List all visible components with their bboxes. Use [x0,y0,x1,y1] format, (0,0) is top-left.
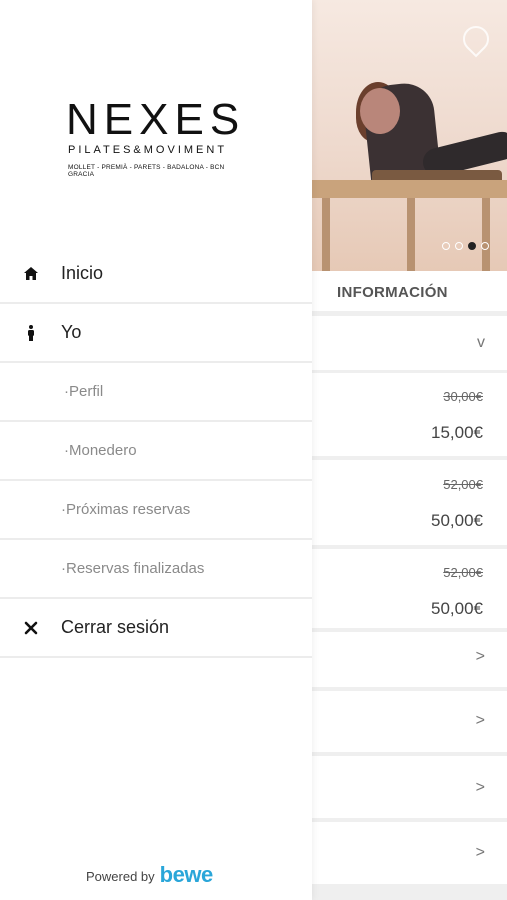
chevron-right-icon: > [475,712,485,729]
logo-title: NEXES [66,95,246,144]
carousel-dots[interactable] [442,242,489,250]
navigation-drawer: NEXES PILATES&MOVIMENT MOLLET - PREMIÀ -… [0,0,312,900]
menu-item-monedero[interactable]: ·Monedero [0,422,312,481]
powered-by: Powered by bewe [86,864,213,886]
info-expander[interactable]: v [312,316,507,370]
menu-item-perfil[interactable]: ·Perfil [0,363,312,422]
hero-photo-detail [482,198,490,271]
old-price: 52,00€ [443,565,483,580]
menu-item-yo[interactable]: Yo [0,304,312,363]
carousel-dot[interactable] [442,242,450,250]
menu-item-inicio[interactable]: Inicio [0,245,312,304]
chevron-right-icon: > [475,779,485,796]
hero-photo-detail [407,198,415,271]
person-icon [22,324,40,342]
menu-label: Inicio [61,263,104,283]
list-row[interactable]: > [312,822,507,884]
carousel-dot[interactable] [481,242,489,250]
menu-label: Cerrar sesión [61,617,170,637]
price-card[interactable]: 52,00€ 50,00€ [312,549,507,628]
menu-label: Yo [61,322,82,342]
chevron-right-icon: > [475,648,485,665]
old-price: 52,00€ [443,477,483,492]
carousel-dot-active[interactable] [468,242,476,250]
chevron-right-icon: > [475,844,485,861]
menu-item-proximas-reservas[interactable]: ·Próximas reservas [0,481,312,540]
hero-photo-detail [312,180,507,198]
hero-photo-detail [322,198,330,271]
new-price: 50,00€ [431,599,483,618]
home-icon [22,265,40,283]
logo-locations: MOLLET - PREMIÀ - PARETS - BADALONA - BC… [68,164,225,178]
old-price: 30,00€ [443,389,483,404]
logo-subtitle: PILATES&MOVIMENT [68,144,228,156]
menu-item-reservas-finalizadas[interactable]: ·Reservas finalizadas [0,540,312,599]
hero-carousel-image[interactable] [312,0,507,271]
menu-label: ·Reservas finalizadas [61,560,205,577]
menu-item-cerrar-sesion[interactable]: Cerrar sesión [0,599,312,658]
close-icon [22,619,40,637]
chevron-down-icon: v [477,334,485,351]
list-row[interactable]: > [312,632,507,687]
price-card[interactable]: 30,00€ 15,00€ [312,373,507,456]
bewe-logo[interactable]: bewe [160,864,214,886]
location-pin-icon[interactable] [457,20,495,58]
menu-label: ·Perfil [64,383,104,400]
powered-by-text: Powered by [86,869,155,884]
carousel-dot[interactable] [455,242,463,250]
drawer-menu: Inicio Yo ·Perfil ·Monedero ·Próximas re… [0,245,312,658]
hero-photo-detail [360,88,400,134]
info-header: INFORMACIÓN [312,271,507,311]
menu-label: ·Próximas reservas [61,501,191,518]
price-card[interactable]: 52,00€ 50,00€ [312,460,507,545]
new-price: 50,00€ [431,511,483,530]
nexes-logo: NEXES PILATES&MOVIMENT MOLLET - PREMIÀ -… [66,95,246,179]
menu-label: ·Monedero [64,442,137,459]
new-price: 15,00€ [431,423,483,442]
list-row[interactable]: > [312,756,507,818]
list-row[interactable]: > [312,691,507,752]
